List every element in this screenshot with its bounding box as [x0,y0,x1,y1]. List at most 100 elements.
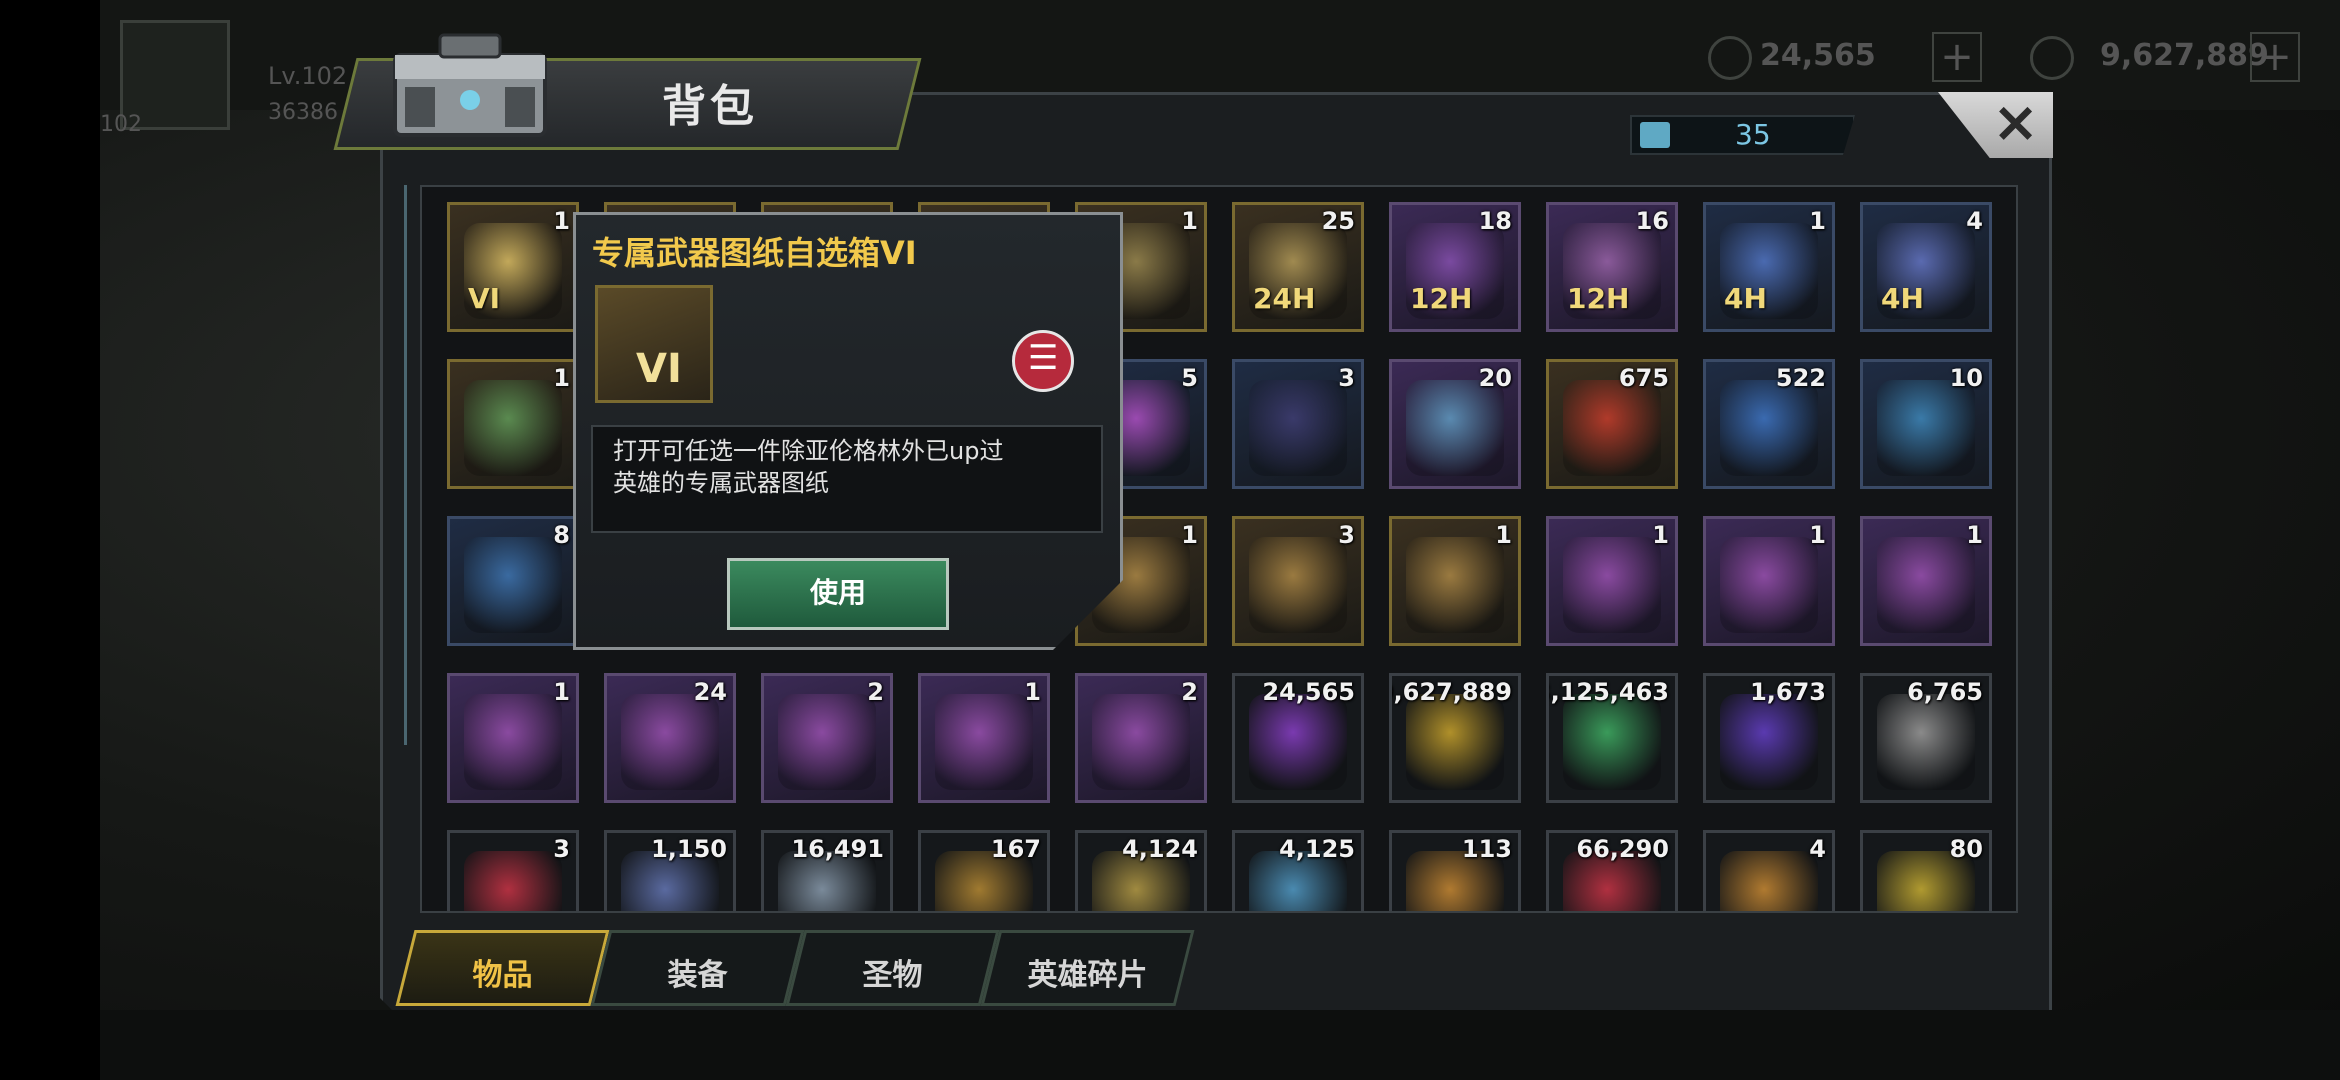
player-level-badge: 102 [100,112,142,137]
item-slot[interactable]: 522 [1703,359,1835,489]
capacity-value: 35 [1735,118,1771,151]
item-slot[interactable]: 1 [1389,516,1521,646]
item-slot[interactable]: 1 [1703,516,1835,646]
item-count: 1,150 [651,835,727,863]
close-icon: × [1992,90,2039,155]
list-icon: ☰ [1028,338,1059,378]
description-line-2: 英雄的专属武器图纸 [613,469,829,497]
item-count: 1 [1809,521,1826,549]
tab-items-label: 物品 [472,958,533,993]
item-slot[interactable]: 8 [447,516,579,646]
item-slot[interactable]: 3 [1232,359,1364,489]
item-count: 4 [1966,207,1983,235]
add-coin-button[interactable]: + [2250,32,2300,82]
item-slot[interactable]: 1,150 [604,830,736,911]
item-count: 2 [1181,678,1198,706]
item-count: 4,125 [1279,835,1355,863]
item-count: 1 [1181,521,1198,549]
popup-title: 专属武器图纸自选箱VI [592,234,917,272]
item-slot[interactable]: 167 [918,830,1050,911]
item-count: 20 [1478,364,1512,392]
tab-hero-shards-label: 英雄碎片 [1027,958,1148,993]
item-count: 675 [1618,364,1669,392]
item-count: 3 [1338,364,1355,392]
item-duration-tag: VI [468,282,501,315]
item-count: 1 [1809,207,1826,235]
item-icon [464,537,562,633]
use-button[interactable]: 使用 [727,558,949,630]
item-slot[interactable]: 9,627,889 [1389,673,1521,803]
item-slot[interactable]: 24 [604,673,736,803]
backpack-chest-icon [393,33,547,137]
item-count: 10 [1949,364,1983,392]
item-icon [1249,537,1347,633]
item-slot[interactable]: 20 [1389,359,1521,489]
item-slot[interactable]: 6,765 [1860,673,1992,803]
item-count: 3 [553,835,570,863]
item-icon [1249,694,1347,790]
item-count: 522 [1775,364,1826,392]
item-slot[interactable]: 25 24H [1232,202,1364,332]
item-count: 25 [1321,207,1355,235]
item-icon [1406,380,1504,476]
item-slot[interactable]: 1 VI [447,202,579,332]
item-count: 24 [693,678,727,706]
item-slot[interactable]: 2 [1075,673,1207,803]
item-list-button[interactable]: ☰ [1012,330,1074,392]
popup-item-tag: VI [636,346,682,392]
item-slot[interactable]: 4,125 [1232,830,1364,911]
item-slot[interactable]: 2 [761,673,893,803]
tab-equipment-label: 装备 [667,958,728,993]
coin-amount: 9,627,889 [2100,38,2269,73]
item-slot[interactable]: 18 12H [1389,202,1521,332]
item-count: 1 [1495,521,1512,549]
item-count: 16 [1635,207,1669,235]
item-slot[interactable]: 1 [918,673,1050,803]
item-slot[interactable]: 1 [1860,516,1992,646]
coin-icon [2030,36,2074,80]
item-count: 5 [1181,364,1198,392]
item-icon [1877,380,1975,476]
item-duration-tag: 24H [1253,282,1316,315]
item-icon [1092,694,1190,790]
item-slot[interactable]: 1,673 [1703,673,1835,803]
item-slot[interactable]: 83,125,463 [1546,673,1678,803]
item-count: 80 [1949,835,1983,863]
item-icon [464,380,562,476]
item-slot[interactable]: 16,491 [761,830,893,911]
item-duration-tag: 4H [1724,282,1767,315]
item-count: 6,765 [1907,678,1983,706]
item-slot[interactable]: 4 4H [1860,202,1992,332]
item-slot[interactable]: 16 12H [1546,202,1678,332]
item-slot[interactable]: 10 [1860,359,1992,489]
tab-relics-label: 圣物 [862,958,923,993]
capacity-icon [1640,122,1670,148]
item-duration-tag: 12H [1410,282,1473,315]
item-slot[interactable]: 1 [447,359,579,489]
item-slot[interactable]: 80 [1860,830,1992,911]
item-slot[interactable]: 113 [1389,830,1521,911]
scrollbar[interactable] [404,185,407,745]
item-slot[interactable]: 4,124 [1075,830,1207,911]
item-icon [1563,380,1661,476]
item-icon [464,851,562,911]
item-icon [1249,380,1347,476]
item-slot[interactable]: 675 [1546,359,1678,489]
item-slot[interactable]: 66,290 [1546,830,1678,911]
item-count: 1,673 [1750,678,1826,706]
item-slot[interactable]: 3 [1232,516,1364,646]
add-crystal-button[interactable]: + [1932,32,1982,82]
item-slot[interactable]: 4 [1703,830,1835,911]
item-slot[interactable]: 3 [447,830,579,911]
crystal-amount: 24,565 [1760,38,1876,73]
item-icon [935,694,1033,790]
item-count: 8 [553,521,570,549]
item-slot[interactable]: 1 4H [1703,202,1835,332]
item-slot[interactable]: 1 [1546,516,1678,646]
item-count: 167 [990,835,1041,863]
item-slot[interactable]: 24,565 [1232,673,1364,803]
bottom-hud [100,1010,2340,1080]
item-slot[interactable]: 1 [447,673,579,803]
item-count: 16,491 [791,835,884,863]
item-count: 1 [553,207,570,235]
